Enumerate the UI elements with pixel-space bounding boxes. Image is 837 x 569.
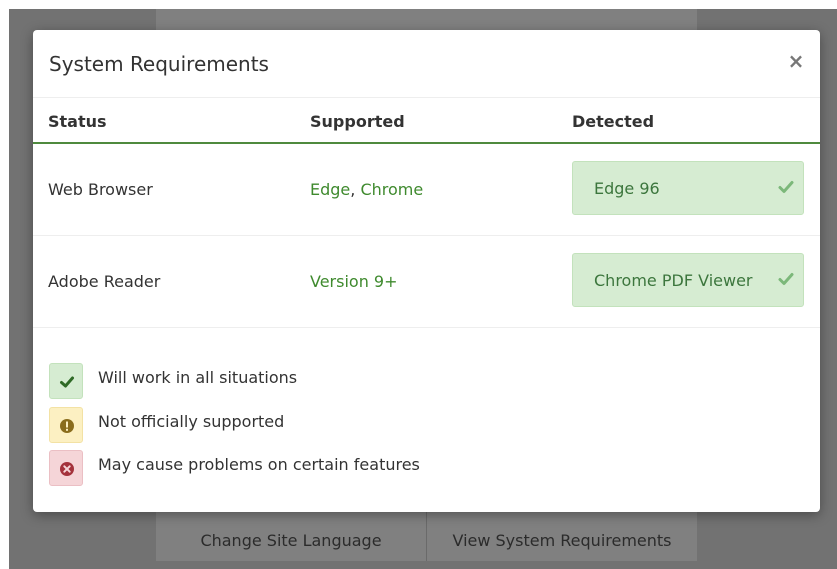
check-icon <box>778 181 794 193</box>
legend-label: Not officially supported <box>98 412 285 431</box>
change-site-language-button[interactable]: Change Site Language <box>156 512 426 561</box>
modal-title: System Requirements <box>49 52 269 76</box>
supported-edge: Edge <box>310 180 351 199</box>
legend-swatch-warning <box>49 407 83 443</box>
supported-value: Version 9+ <box>310 272 398 291</box>
exclamation-icon <box>60 419 74 433</box>
system-requirements-modal: System Requirements × Status Supported D… <box>33 30 820 512</box>
supported-separator: , <box>350 180 361 199</box>
column-header-status: Status <box>48 112 107 131</box>
supported-chrome: Chrome <box>360 180 424 199</box>
table-row: Adobe Reader Version 9+ Chrome PDF Viewe… <box>33 236 820 328</box>
check-icon <box>778 273 794 285</box>
check-icon <box>60 376 74 388</box>
column-header-supported: Supported <box>310 112 405 131</box>
x-circle-icon <box>60 462 74 476</box>
table-header: Status Supported Detected <box>33 99 820 144</box>
detected-value: Chrome PDF Viewer <box>594 271 753 290</box>
requirement-name: Adobe Reader <box>48 272 161 291</box>
modal-header: System Requirements × <box>33 30 820 98</box>
legend-label: May cause problems on certain features <box>98 455 420 474</box>
legend-label: Will work in all situations <box>98 368 298 387</box>
detected-badge: Edge 96 <box>572 161 804 215</box>
column-header-detected: Detected <box>572 112 655 131</box>
supported-value: Edge, Chrome <box>310 180 423 199</box>
detected-badge: Chrome PDF Viewer <box>572 253 804 307</box>
legend-swatch-danger <box>49 450 83 486</box>
view-system-requirements-button[interactable]: View System Requirements <box>426 512 697 561</box>
background-button-bar: Change Site Language View System Require… <box>156 512 697 561</box>
close-button[interactable]: × <box>786 50 806 72</box>
requirement-name: Web Browser <box>48 180 153 199</box>
table-row: Web Browser Edge, Chrome Edge 96 <box>33 144 820 236</box>
legend-swatch-success <box>49 363 83 399</box>
detected-value: Edge 96 <box>594 179 660 198</box>
